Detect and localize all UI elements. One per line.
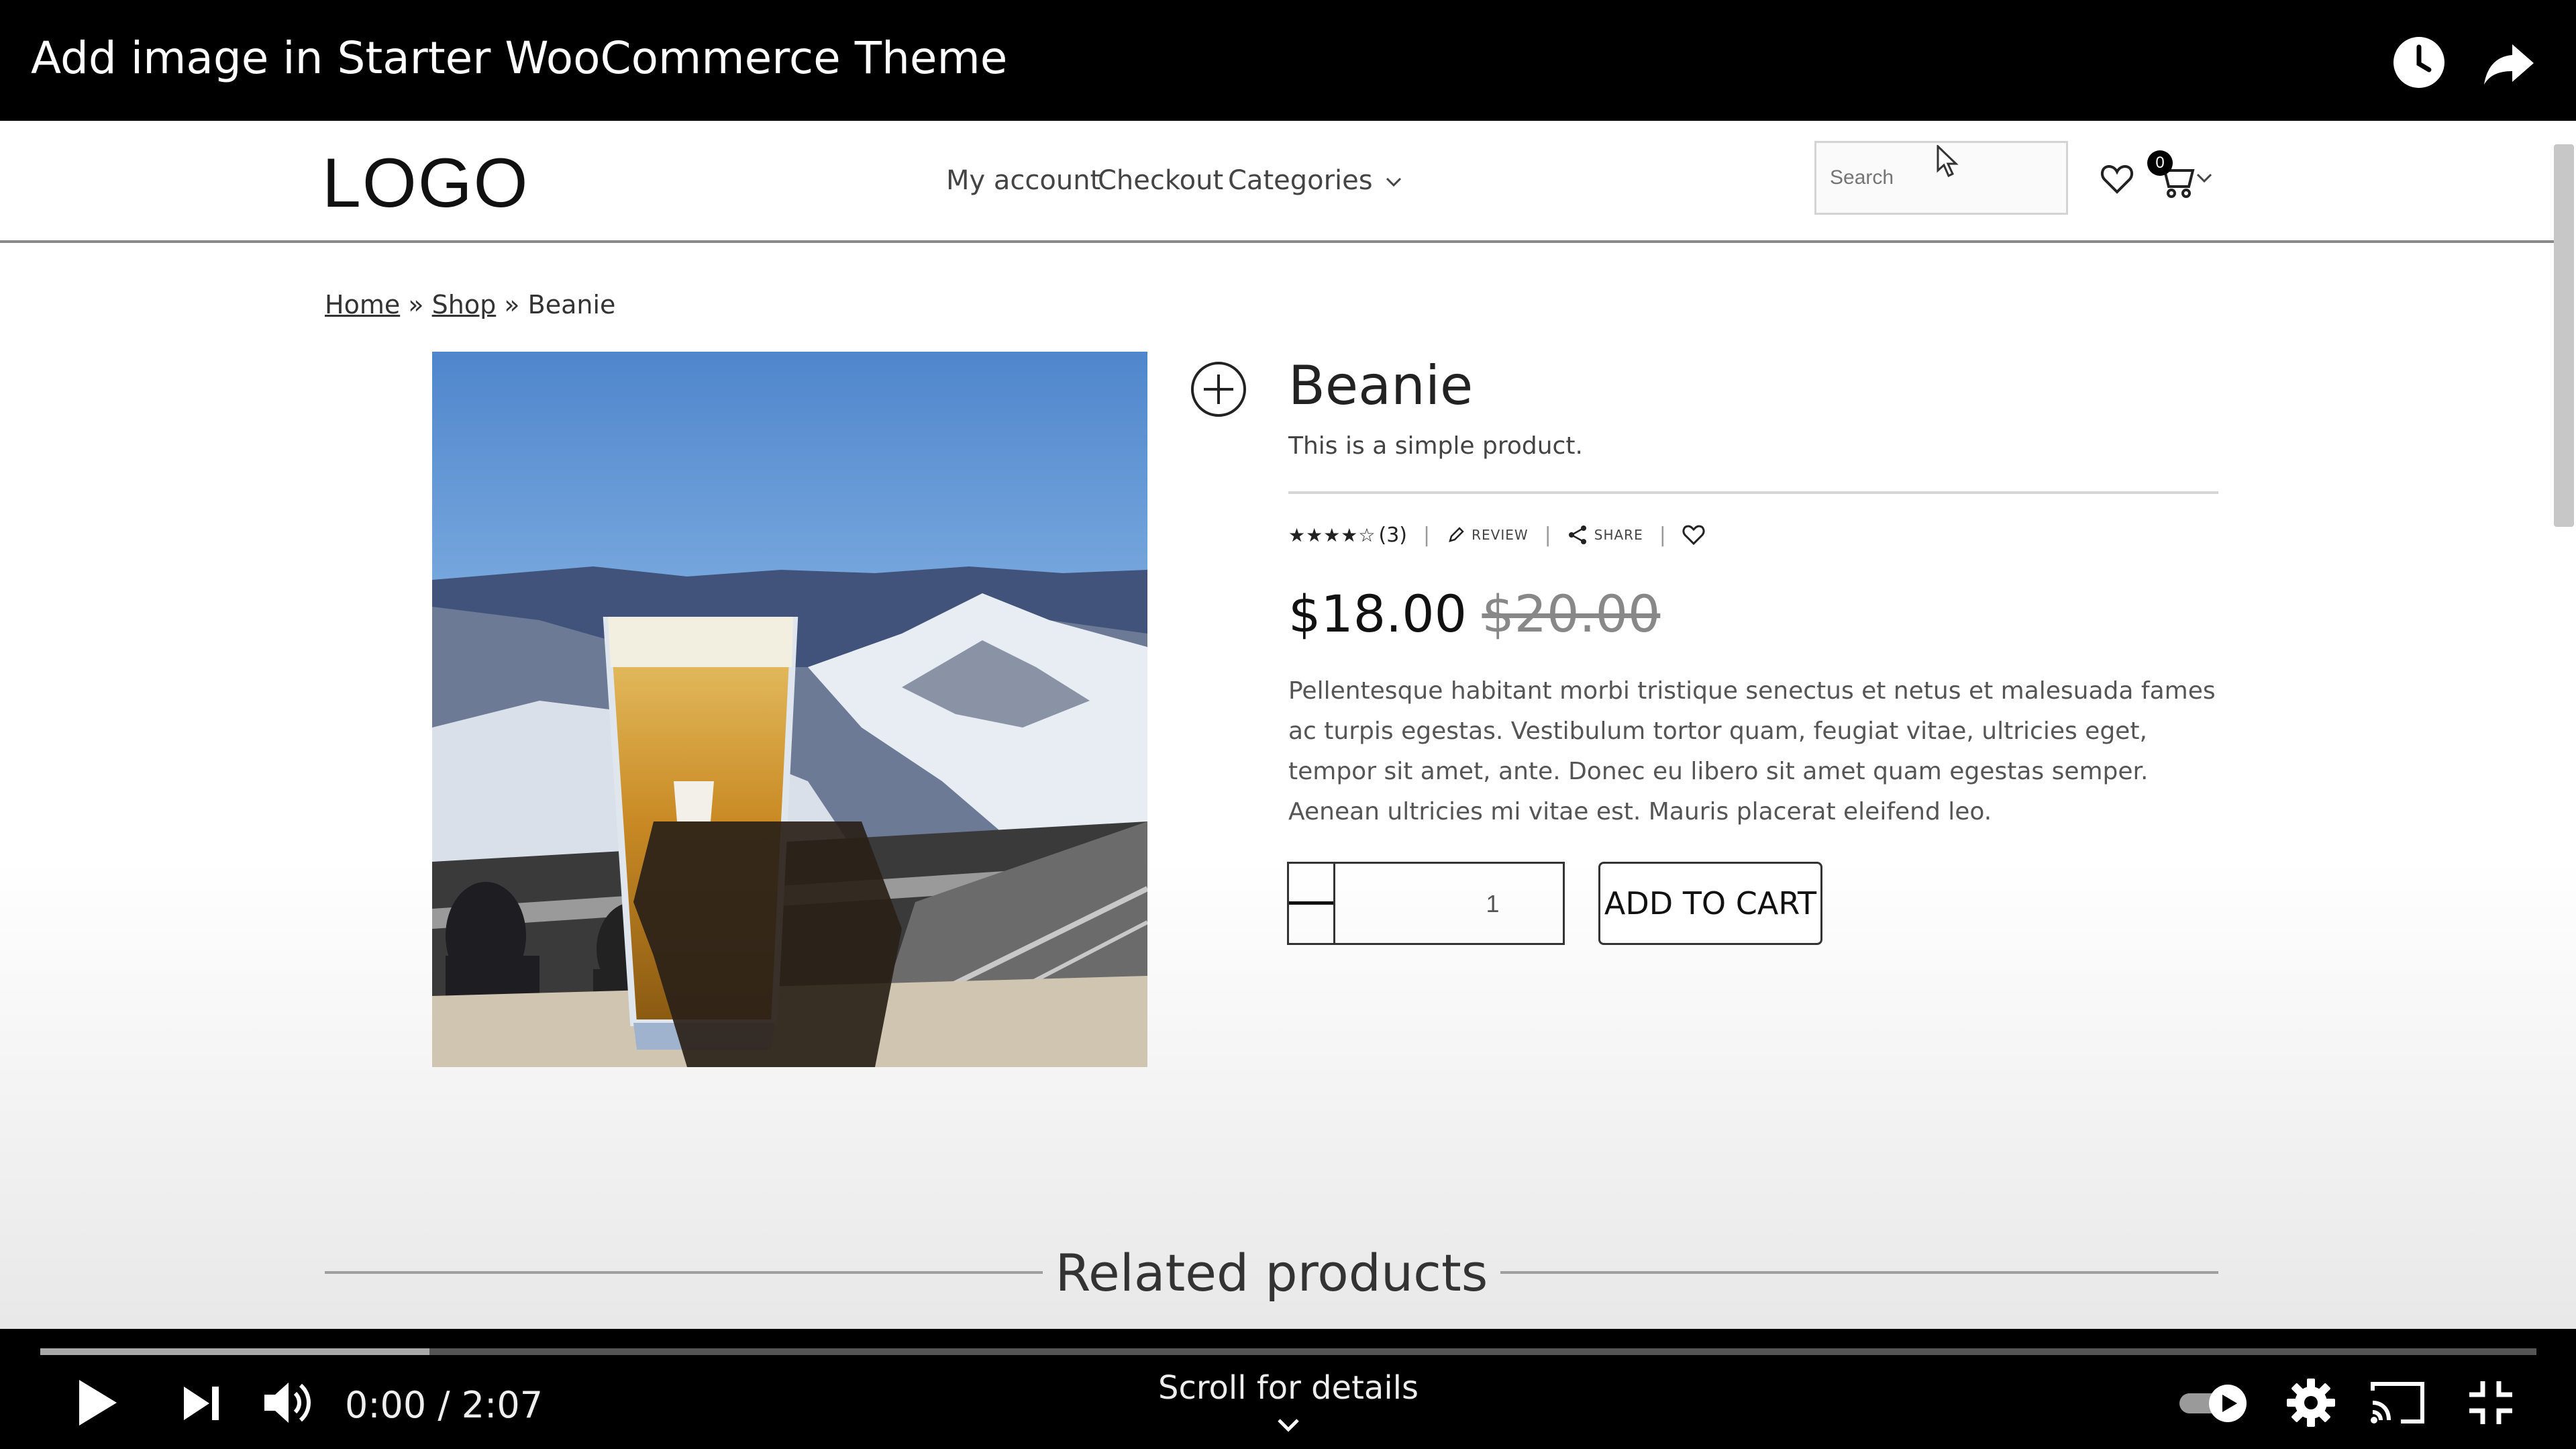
mouse-cursor-icon xyxy=(1935,144,1962,179)
cast-icon[interactable] xyxy=(2369,1379,2426,1427)
meta-separator: | xyxy=(1544,523,1551,547)
settings-gear-icon[interactable] xyxy=(2285,1377,2336,1428)
breadcrumb-separator: » xyxy=(400,290,432,319)
autoplay-toggle-icon[interactable] xyxy=(2177,1381,2252,1426)
regular-price: $20.00 xyxy=(1482,584,1661,644)
add-to-cart-button[interactable]: ADD TO CART xyxy=(1598,862,1822,945)
product-divider xyxy=(1288,491,2218,494)
site-logo[interactable]: LOGO xyxy=(322,144,529,223)
breadcrumb-current: Beanie xyxy=(527,290,616,319)
exit-fullscreen-icon[interactable] xyxy=(2467,1379,2515,1427)
rating-count[interactable]: (3) xyxy=(1379,523,1408,547)
share-nodes-icon[interactable] xyxy=(1567,524,1589,546)
next-icon[interactable] xyxy=(180,1381,224,1426)
time-display: 0:00 / 2:07 xyxy=(345,1384,544,1426)
video-title[interactable]: Add image in Starter WooCommerce Theme xyxy=(31,32,1007,84)
chevron-down-icon[interactable] xyxy=(1274,1413,1303,1438)
product-meta-row: ★★★★☆ (3) | REVIEW | SHARE | xyxy=(1288,518,1705,552)
nav-categories[interactable]: Categories xyxy=(1228,165,1402,196)
nav-checkout[interactable]: Checkout xyxy=(1098,165,1223,196)
product-description: Pellentesque habitant morbi tristique se… xyxy=(1288,677,2216,826)
sale-price: $18.00 xyxy=(1288,584,1467,644)
play-icon[interactable] xyxy=(74,1376,121,1430)
product-short-description: This is a simple product. xyxy=(1288,432,1583,460)
share-link[interactable]: SHARE xyxy=(1594,527,1643,543)
related-products-heading: Related products xyxy=(1055,1243,1488,1303)
review-link[interactable]: REVIEW xyxy=(1472,527,1529,543)
price-row: $18.00 $20.00 xyxy=(1288,584,1660,644)
chevron-down-icon[interactable] xyxy=(2194,168,2214,188)
volume-icon[interactable] xyxy=(262,1376,315,1430)
related-divider-left xyxy=(325,1271,1043,1274)
breadcrumb-home[interactable]: Home xyxy=(325,290,400,319)
breadcrumb: Home » Shop » Beanie xyxy=(325,290,615,319)
watch-later-icon[interactable] xyxy=(2391,35,2446,90)
header-divider xyxy=(0,240,2554,243)
webpage-viewport: LOGO My account Checkout Categories 0 Ho… xyxy=(0,121,2576,1329)
nav-categories-label: Categories xyxy=(1228,165,1373,196)
breadcrumb-shop[interactable]: Shop xyxy=(432,290,497,319)
chevron-down-icon xyxy=(1386,177,1402,187)
meta-separator: | xyxy=(1423,523,1431,547)
share-icon[interactable] xyxy=(2481,35,2536,90)
page-scrollbar[interactable] xyxy=(2554,144,2574,527)
progress-buffered[interactable] xyxy=(40,1348,429,1355)
product-image[interactable] xyxy=(432,352,1147,1067)
pencil-icon[interactable] xyxy=(1446,525,1466,545)
meta-separator: | xyxy=(1659,523,1666,547)
rating-stars[interactable]: ★★★★☆ xyxy=(1288,524,1376,546)
related-divider-right xyxy=(1500,1271,2218,1274)
nav-my-account[interactable]: My account xyxy=(946,165,1100,196)
zoom-plus-icon[interactable] xyxy=(1189,360,1248,419)
wishlist-heart-icon[interactable] xyxy=(2100,162,2134,196)
product-title: Beanie xyxy=(1288,354,1474,417)
quantity-decrease-button[interactable] xyxy=(1289,864,1335,943)
scroll-for-details[interactable]: Scroll for details xyxy=(1127,1369,1449,1407)
cart-count-badge: 0 xyxy=(2147,150,2173,176)
breadcrumb-separator: » xyxy=(496,290,528,319)
add-to-wishlist-heart-icon[interactable] xyxy=(1682,524,1705,546)
minus-icon xyxy=(1289,901,1333,905)
quantity-stepper xyxy=(1287,862,1688,945)
